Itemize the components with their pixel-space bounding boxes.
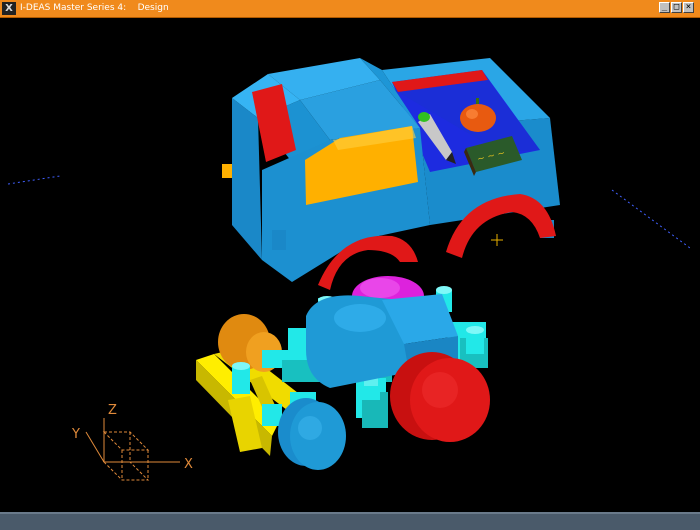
ideas-logo-icon[interactable]: X	[2, 2, 16, 15]
cursor-crosshair-icon	[491, 234, 503, 246]
minimize-button[interactable]: _	[659, 2, 670, 13]
maximize-button[interactable]: □	[671, 2, 682, 13]
status-bar	[0, 512, 700, 530]
coordinate-triad	[85, 418, 180, 481]
x-axis-label: X	[184, 457, 193, 472]
window-title: I-DEAS Master Series 4: Design	[20, 3, 169, 13]
title-bar: X I-DEAS Master Series 4: Design _ □ ×	[0, 0, 700, 18]
front-wheel[interactable]	[278, 398, 346, 470]
close-button[interactable]: ×	[683, 2, 694, 13]
graphics-viewport[interactable]: ~ ~ ~ Z Y X	[0, 18, 700, 512]
model-canvas[interactable]: ~ ~ ~ Z Y X	[0, 18, 700, 512]
z-axis-label: Z	[108, 403, 117, 418]
y-axis-label: Y	[71, 427, 80, 442]
